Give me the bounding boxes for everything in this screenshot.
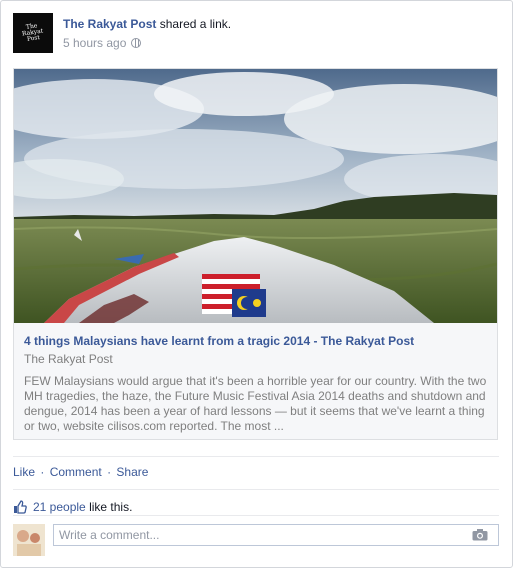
thumbs-up-icon <box>14 500 27 514</box>
link-source: The Rakyat Post <box>24 352 113 366</box>
link-description: FEW Malaysians would argue that it's bee… <box>24 374 487 433</box>
page-avatar[interactable]: The Rakyat Post <box>13 13 53 53</box>
share-action[interactable]: Share <box>116 465 148 479</box>
comments-divider <box>13 515 499 516</box>
comment-placeholder: Write a comment... <box>59 528 160 542</box>
link-preview-text: 4 things Malaysians have learnt from a t… <box>24 333 489 434</box>
post-actions: Like · Comment · Share <box>13 465 148 479</box>
link-preview[interactable]: 4 things Malaysians have learnt from a t… <box>13 68 498 440</box>
action-separator: · <box>40 465 45 479</box>
actions-divider <box>13 456 499 457</box>
comment-action[interactable]: Comment <box>50 465 102 479</box>
avatar[interactable] <box>13 524 45 556</box>
globe-icon[interactable] <box>131 38 142 48</box>
action-separator: · <box>107 465 112 479</box>
likes-divider <box>13 489 499 490</box>
likes-count-link[interactable]: 21 people <box>33 500 86 514</box>
likes-suffix: like this. <box>89 500 133 514</box>
page-avatar-logo-text: The Rakyat Post <box>21 22 44 43</box>
post-meta: 5 hours ago <box>63 36 142 50</box>
like-action[interactable]: Like <box>13 465 35 479</box>
page-name-link[interactable]: The Rakyat Post <box>63 17 156 31</box>
camera-icon[interactable] <box>472 529 488 541</box>
likes-summary: 21 people like this. <box>13 500 132 514</box>
link-preview-image[interactable] <box>14 69 497 323</box>
post-card: The Rakyat Post The Rakyat Post shared a l… <box>0 0 513 568</box>
comment-input[interactable]: Write a comment... <box>53 524 499 546</box>
post-timestamp[interactable]: 5 hours ago <box>63 36 126 50</box>
post-header: The Rakyat Post The Rakyat Post shared a l… <box>13 13 493 55</box>
comment-composer: Write a comment... <box>13 524 501 556</box>
post-verb: shared a link. <box>159 17 232 31</box>
post-headline: The Rakyat Post shared a link. <box>63 17 231 31</box>
link-title[interactable]: 4 things Malaysians have learnt from a t… <box>24 333 489 349</box>
